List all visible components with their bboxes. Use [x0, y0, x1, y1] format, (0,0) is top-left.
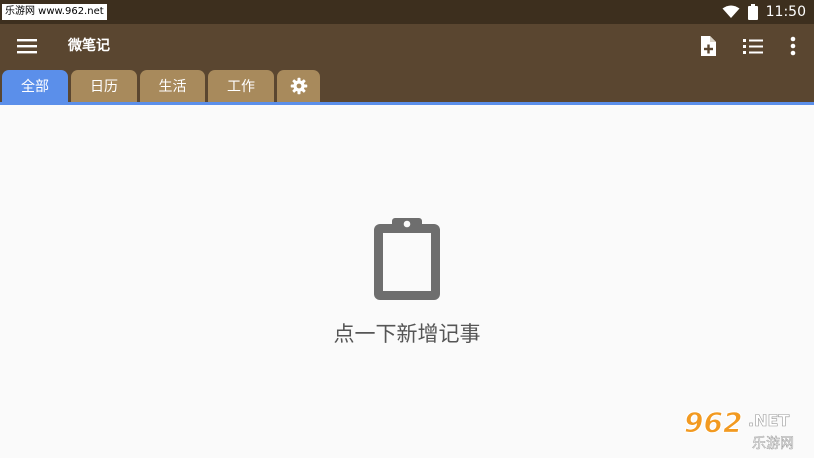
- logo-name: 乐游网: [752, 436, 794, 452]
- tab-life[interactable]: 生活: [140, 70, 205, 102]
- status-bar: 乐游网 www.962.net 11:50: [0, 0, 814, 24]
- site-watermark-logo: 962 .NET 乐游网: [684, 406, 795, 453]
- status-indicators: 11:50: [722, 0, 806, 24]
- clipboard-icon: [374, 218, 440, 300]
- wifi-icon: [722, 5, 740, 18]
- tab-label: 全部: [21, 79, 49, 95]
- tab-settings[interactable]: [277, 70, 320, 102]
- menu-icon[interactable]: [14, 36, 40, 56]
- empty-state-message: 点一下新增记事: [333, 322, 481, 346]
- tab-label: 工作: [227, 79, 255, 95]
- tab-all[interactable]: 全部: [2, 70, 68, 102]
- list-view-icon[interactable]: [741, 34, 765, 58]
- more-vert-icon[interactable]: [781, 34, 805, 58]
- app-title: 微笔记: [68, 38, 110, 54]
- watermark-text: 乐游网 www.962.net: [2, 4, 107, 20]
- tab-calendar[interactable]: 日历: [71, 70, 137, 102]
- status-time: 11:50: [765, 4, 806, 20]
- tab-label: 日历: [90, 79, 118, 95]
- tab-work[interactable]: 工作: [208, 70, 274, 102]
- tab-indicator-bar: [0, 102, 814, 105]
- tab-label: 生活: [158, 79, 187, 95]
- logo-number: 962: [684, 406, 742, 439]
- new-note-icon[interactable]: [696, 34, 720, 58]
- logo-suffix: .NET: [748, 411, 789, 430]
- battery-icon: [747, 4, 758, 20]
- gear-icon: [290, 77, 307, 95]
- app-toolbar: 微笔记 全部 日历 生活 工作: [0, 24, 814, 104]
